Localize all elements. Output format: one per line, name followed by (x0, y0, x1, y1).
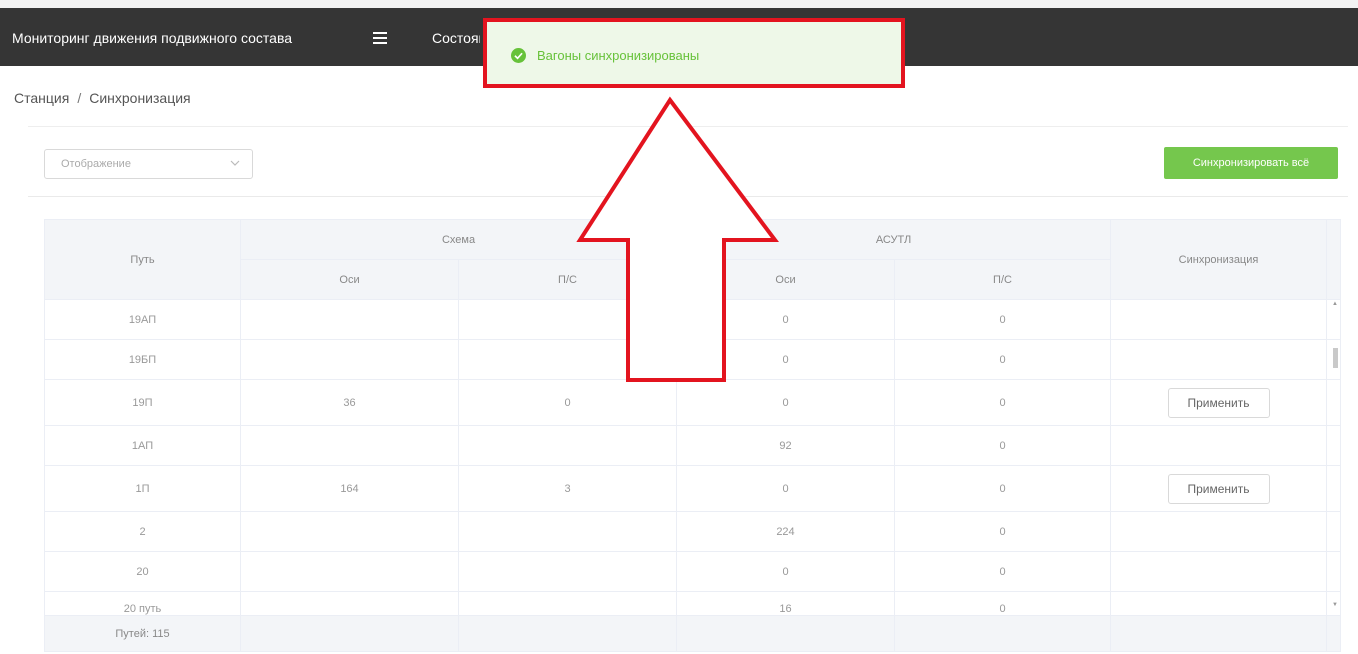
cell-scheme-ps (458, 299, 677, 340)
cell-asutl-axles: 0 (676, 339, 895, 380)
toast-message: Вагоны синхронизированы (537, 48, 700, 63)
cell-scheme-axles (240, 339, 459, 380)
footer-cell (240, 615, 459, 652)
check-circle-icon (511, 48, 526, 63)
cell-asutl-axles: 0 (676, 551, 895, 592)
header-path: Путь (44, 219, 241, 300)
display-select-placeholder: Отображение (61, 158, 131, 170)
nav-item-state[interactable]: Состояние (432, 30, 480, 46)
header-sync: Синхронизация (1110, 219, 1327, 300)
header-asutl-axles: Оси (676, 259, 895, 300)
sync-table: Путь Схема АСУТЛ Синхронизация Оси П/С О… (44, 219, 1341, 652)
cell-asutl-axles: 0 (676, 299, 895, 340)
app-title[interactable]: Мониторинг движения подвижного состава (12, 30, 292, 46)
header-gutter (1326, 219, 1341, 300)
breadcrumb-item-sync: Синхронизация (89, 90, 191, 106)
cell-scheme-axles: 164 (240, 465, 459, 512)
cell-path: 20 (44, 551, 241, 592)
cell-path: 19АП (44, 299, 241, 340)
cell-asutl-ps: 0 (894, 425, 1111, 466)
cell-asutl-ps: 0 (894, 591, 1111, 616)
footer-cell (1110, 615, 1327, 652)
cell-action (1110, 551, 1327, 592)
table-footer: Путей: 115 (44, 615, 1341, 652)
apply-button[interactable]: Применить (1167, 387, 1270, 418)
sync-all-button[interactable]: Синхронизировать всё (1164, 147, 1338, 179)
table-scrollbar[interactable] (1330, 298, 1338, 616)
cell-scheme-ps (458, 591, 677, 616)
footer-cell (458, 615, 677, 652)
footer-path-count: Путей: 115 (44, 615, 241, 652)
cell-scheme-ps (458, 511, 677, 552)
table-row: 2 224 0 (44, 511, 1341, 552)
header-scheme: Схема (240, 219, 677, 260)
cell-asutl-ps: 0 (894, 379, 1111, 426)
sync-card: Отображение Синхронизировать всё Путь Сх… (28, 126, 1348, 654)
table-row: 1П 164 3 0 0 Применить (44, 465, 1341, 512)
cell-asutl-axles: 224 (676, 511, 895, 552)
table-row: 20 путь 16 0 (44, 591, 1341, 616)
cell-path: 20 путь (44, 591, 241, 616)
cell-scheme-axles (240, 511, 459, 552)
table-row: 1АП 92 0 (44, 425, 1341, 466)
cell-scheme-ps: 3 (458, 465, 677, 512)
card-toolbar: Отображение Синхронизировать всё (28, 127, 1348, 197)
cell-path: 2 (44, 511, 241, 552)
cell-scheme-ps: 0 (458, 379, 677, 426)
toast-notification: Вагоны синхронизированы (483, 18, 905, 88)
breadcrumb: Станция / Синхронизация (14, 90, 191, 106)
header-asutl: АСУТЛ (676, 219, 1111, 260)
display-select[interactable]: Отображение (44, 149, 253, 179)
cell-scheme-ps (458, 551, 677, 592)
cell-action (1110, 299, 1327, 340)
cell-action (1110, 425, 1327, 466)
header-asutl-ps: П/С (894, 259, 1111, 300)
footer-cell (894, 615, 1111, 652)
table-row: 19БП 0 0 (44, 339, 1341, 380)
cell-scheme-axles (240, 591, 459, 616)
apply-button[interactable]: Применить (1167, 473, 1270, 504)
cell-scheme-axles (240, 425, 459, 466)
cell-scheme-ps (458, 339, 677, 380)
cell-asutl-ps: 0 (894, 299, 1111, 340)
cell-path: 19БП (44, 339, 241, 380)
breadcrumb-separator: / (77, 90, 82, 106)
cell-scheme-axles: 36 (240, 379, 459, 426)
footer-cell (1326, 615, 1341, 652)
table-row: 19АП 0 0 (44, 299, 1341, 340)
scrollbar-thumb[interactable] (1333, 348, 1338, 368)
cell-path: 19П (44, 379, 241, 426)
cell-scheme-axles (240, 551, 459, 592)
cell-action (1110, 511, 1327, 552)
cell-action: Применить (1110, 465, 1327, 512)
scroll-up-icon[interactable]: ▲ (1332, 301, 1338, 307)
cell-asutl-ps: 0 (894, 511, 1111, 552)
cell-scheme-axles (240, 299, 459, 340)
cell-scheme-ps (458, 425, 677, 466)
cell-action (1110, 591, 1327, 616)
header-scheme-ps: П/С (458, 259, 677, 300)
cell-asutl-axles: 92 (676, 425, 895, 466)
cell-path: 1П (44, 465, 241, 512)
breadcrumb-item-station[interactable]: Станция (14, 90, 69, 106)
cell-asutl-axles: 0 (676, 465, 895, 512)
table-row: 19П 36 0 0 0 Применить (44, 379, 1341, 426)
scroll-down-icon[interactable]: ▼ (1332, 602, 1338, 608)
cell-asutl-axles: 16 (676, 591, 895, 616)
cell-action (1110, 339, 1327, 380)
cell-asutl-ps: 0 (894, 339, 1111, 380)
hamburger-icon[interactable] (373, 32, 387, 44)
cell-path: 1АП (44, 425, 241, 466)
cell-asutl-axles: 0 (676, 379, 895, 426)
table-row: 20 0 0 (44, 551, 1341, 592)
footer-cell (676, 615, 895, 652)
chevron-down-icon (230, 160, 240, 166)
cell-action: Применить (1110, 379, 1327, 426)
header-scheme-axles: Оси (240, 259, 459, 300)
cell-asutl-ps: 0 (894, 465, 1111, 512)
cell-asutl-ps: 0 (894, 551, 1111, 592)
